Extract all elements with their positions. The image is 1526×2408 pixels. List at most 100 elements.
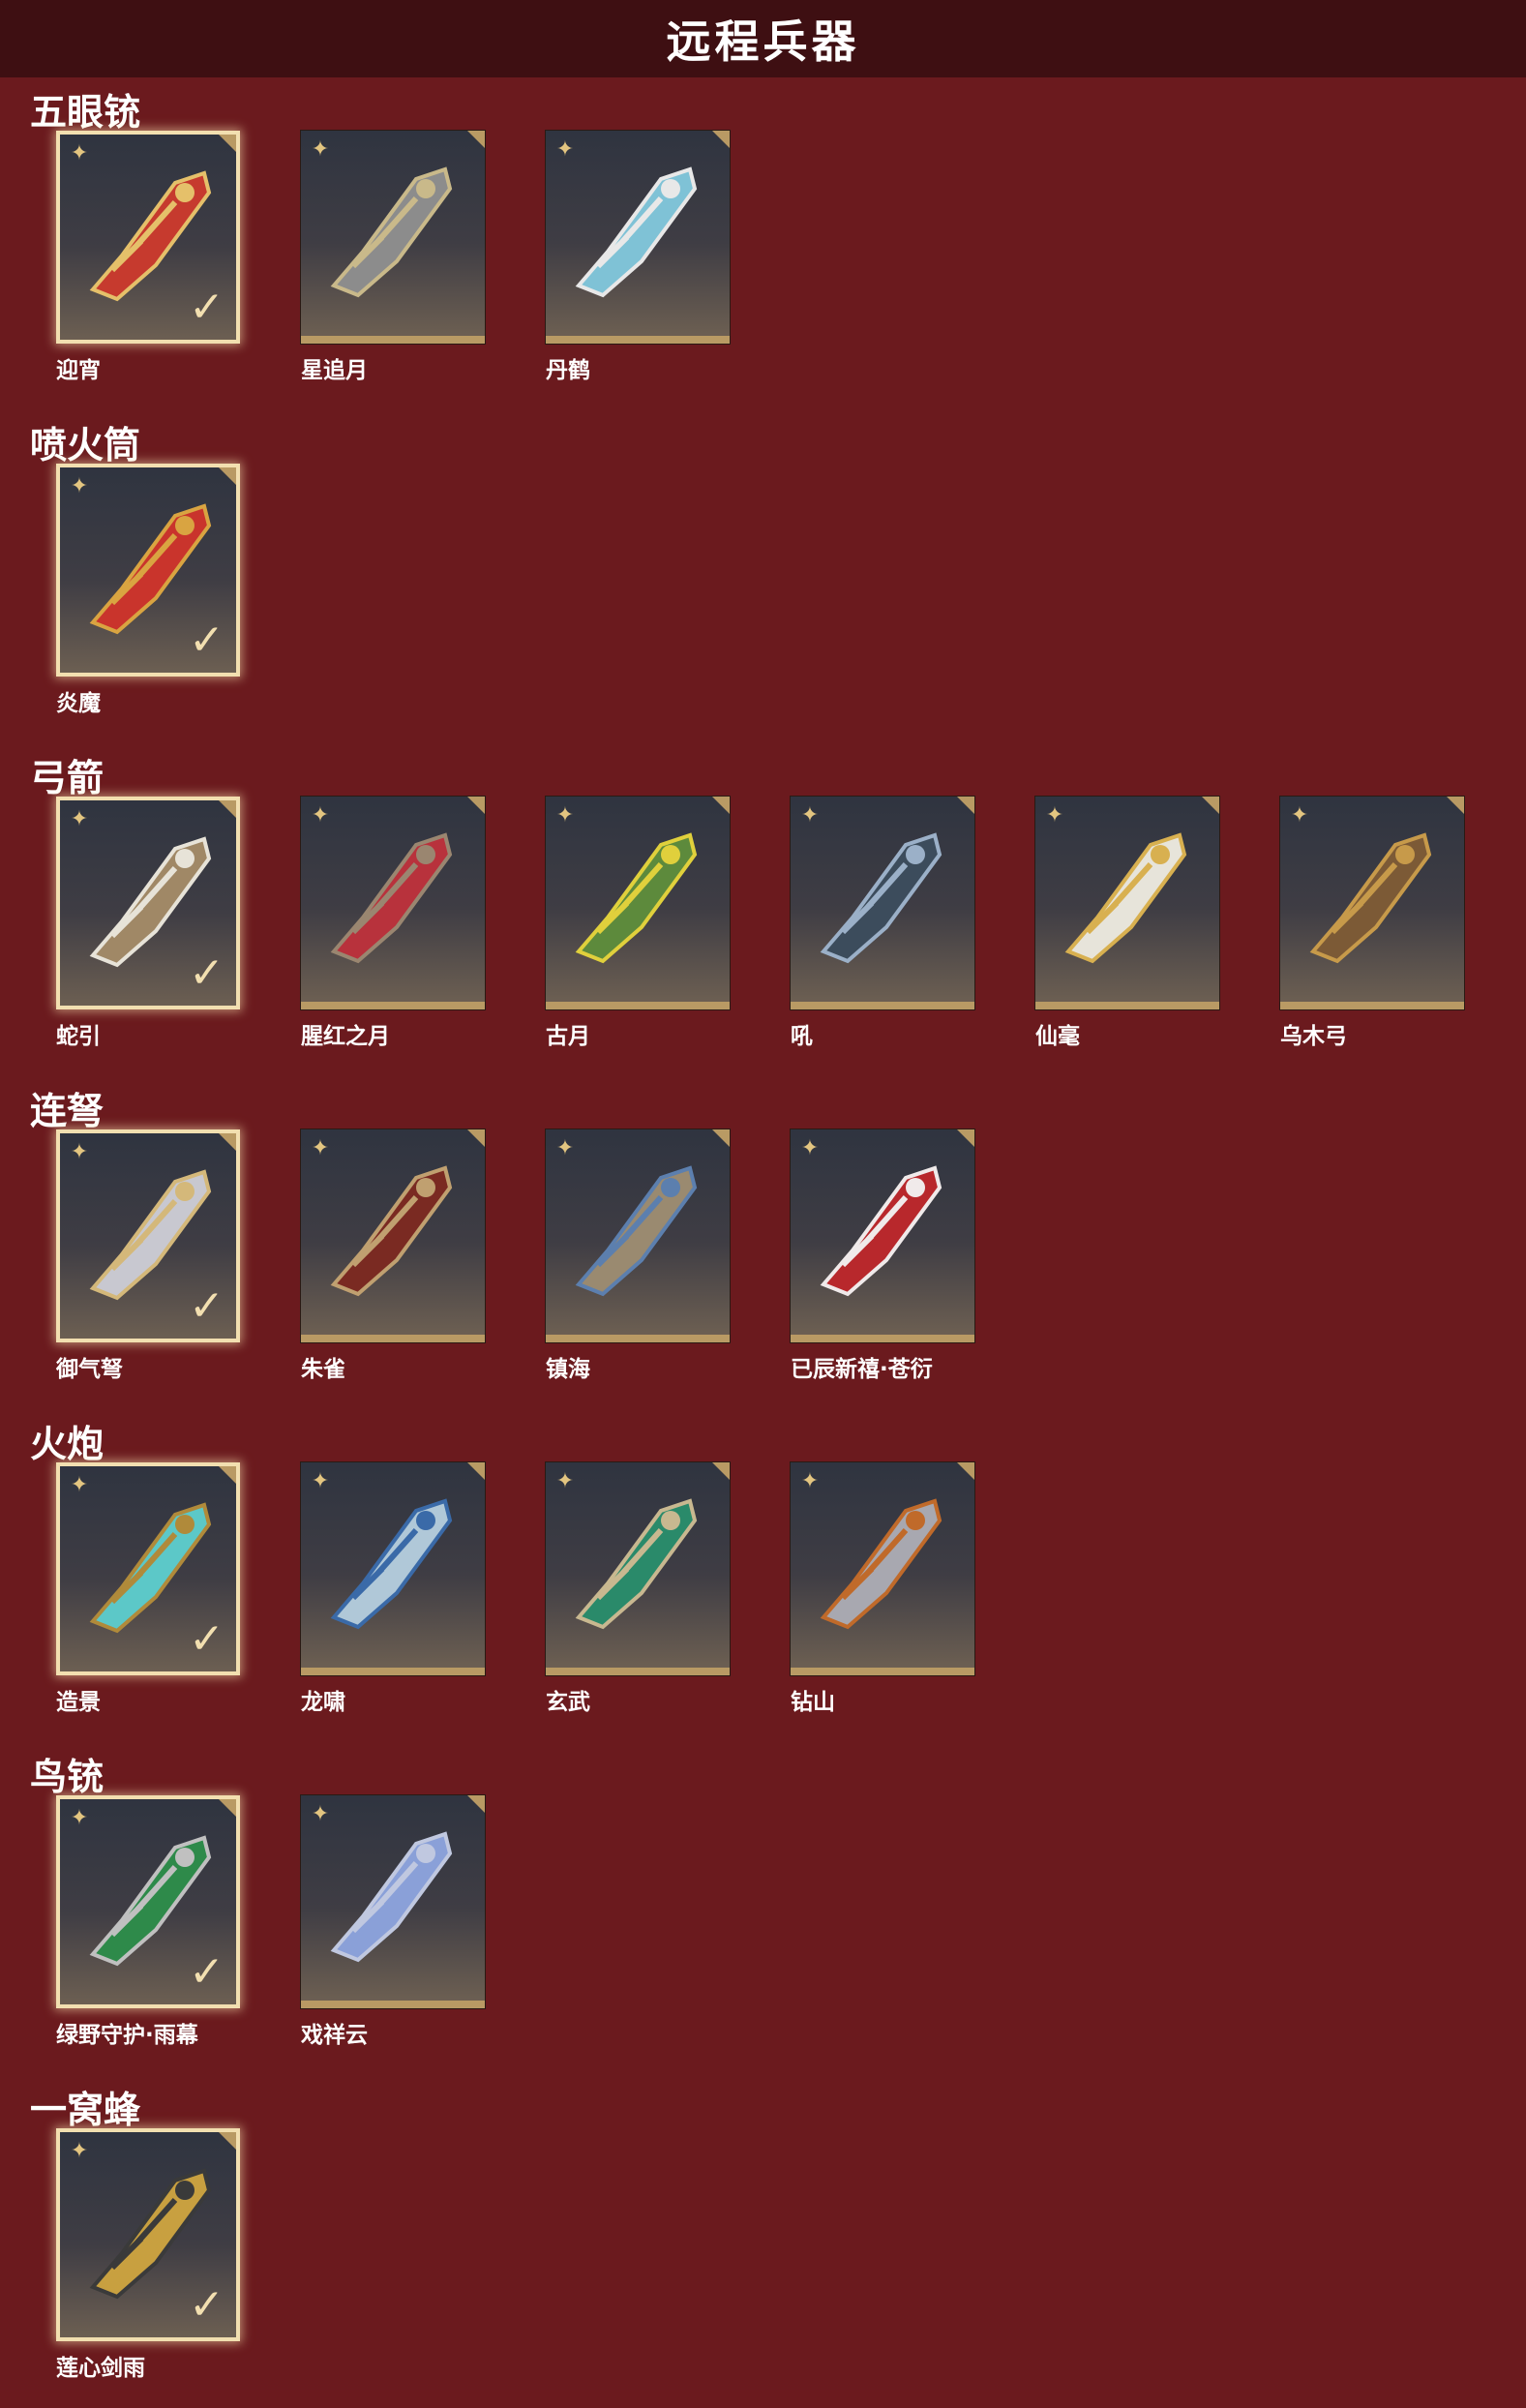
weapon-card[interactable]: ✦ ✓	[56, 1462, 240, 1675]
corner-tab-icon	[957, 1129, 974, 1147]
corner-tab-icon	[219, 1466, 236, 1484]
corner-tab-icon	[467, 797, 485, 814]
weapon-card[interactable]: ✦	[546, 797, 730, 1009]
weapon-card[interactable]: ✦	[546, 131, 730, 344]
checkmark-icon: ✓	[189, 616, 224, 665]
weapon-label: 绿野守护·雨幕	[56, 2023, 198, 2048]
weapon-item[interactable]: ✦ ✓ 炎魔	[56, 464, 246, 716]
weapon-image	[575, 1498, 698, 1630]
weapon-item[interactable]: ✦ ✓ 迎宵	[56, 131, 246, 383]
weapon-item[interactable]: ✦ 镇海	[546, 1129, 735, 1382]
four-point-star-icon: ✦	[555, 1136, 575, 1160]
weapon-image	[1309, 832, 1432, 964]
weapon-item[interactable]: ✦ 古月	[546, 797, 735, 1049]
four-point-star-icon: ✦	[1290, 803, 1309, 828]
weapon-item[interactable]: ✦ ✓ 蛇引	[56, 797, 246, 1049]
weapon-card[interactable]: ✦	[791, 1129, 974, 1342]
weapon-card[interactable]: ✦	[301, 797, 485, 1009]
weapon-label: 腥红之月	[301, 1024, 390, 1049]
weapon-item[interactable]: ✦ 朱雀	[301, 1129, 491, 1382]
weapon-image	[330, 832, 453, 964]
weapon-card[interactable]: ✦ ✓	[56, 1795, 240, 2008]
weapon-item[interactable]: ✦ 龙啸	[301, 1462, 491, 1715]
weapon-label: 星追月	[301, 358, 368, 383]
weapon-row: ✦ ✓ 莲心剑雨	[56, 2128, 1526, 2381]
weapon-card[interactable]: ✦ ✓	[56, 1129, 240, 1342]
weapon-card[interactable]: ✦ ✓	[56, 464, 240, 677]
checkmark-icon: ✓	[189, 1614, 224, 1664]
weapon-card[interactable]: ✦ ✓	[56, 2128, 240, 2341]
weapon-item[interactable]: ✦ 钻山	[791, 1462, 980, 1715]
corner-tab-icon	[467, 131, 485, 148]
weapon-section: 喷火筒 ✦ ✓ 炎魔	[0, 415, 1526, 725]
weapon-label: 龙啸	[301, 1690, 345, 1715]
weapon-card[interactable]: ✦	[301, 1462, 485, 1675]
weapon-label: 蛇引	[56, 1024, 101, 1049]
corner-tab-icon	[467, 1129, 485, 1147]
weapon-item[interactable]: ✦ 丹鹤	[546, 131, 735, 383]
weapon-card[interactable]: ✦	[791, 1462, 974, 1675]
weapon-label: 炎魔	[56, 691, 101, 716]
weapon-card[interactable]: ✦	[301, 1129, 485, 1342]
weapon-label: 朱雀	[301, 1357, 345, 1382]
corner-tab-icon	[219, 1133, 236, 1151]
weapon-label: 吼	[791, 1024, 813, 1049]
weapon-card[interactable]: ✦ ✓	[56, 131, 240, 344]
weapon-item[interactable]: ✦ 戏祥云	[301, 1795, 491, 2048]
weapon-item[interactable]: ✦ 腥红之月	[301, 797, 491, 1049]
weapon-card[interactable]: ✦	[546, 1129, 730, 1342]
checkmark-icon: ✓	[189, 1281, 224, 1331]
weapon-item[interactable]: ✦ ✓ 莲心剑雨	[56, 2128, 246, 2381]
weapon-row: ✦ ✓ 御气弩 ✦ 朱雀 ✦ 镇海 ✦ 已辰新禧·苍衍	[56, 1129, 1526, 1382]
weapon-label: 已辰新禧·苍衍	[791, 1357, 933, 1382]
weapon-card[interactable]: ✦	[301, 1795, 485, 2008]
weapon-image	[330, 166, 453, 298]
four-point-star-icon: ✦	[311, 803, 330, 828]
weapon-item[interactable]: ✦ 已辰新禧·苍衍	[791, 1129, 980, 1382]
weapon-section: 五眼铳 ✦ ✓ 迎宵 ✦ 星追月 ✦ 丹鹤	[0, 82, 1526, 392]
weapon-row: ✦ ✓ 绿野守护·雨幕 ✦ 戏祥云	[56, 1795, 1526, 2048]
four-point-star-icon: ✦	[1045, 803, 1064, 828]
weapon-card[interactable]: ✦ ✓	[56, 797, 240, 1009]
section-title: 五眼铳	[30, 91, 141, 134]
corner-tab-icon	[712, 131, 730, 148]
weapon-label: 造景	[56, 1690, 101, 1715]
header-bar: 远程兵器	[0, 0, 1526, 77]
four-point-star-icon: ✦	[555, 1469, 575, 1493]
corner-tab-icon	[467, 1795, 485, 1813]
corner-tab-icon	[957, 797, 974, 814]
weapon-label: 丹鹤	[546, 358, 590, 383]
weapon-image	[575, 832, 698, 964]
weapon-item[interactable]: ✦ ✓ 造景	[56, 1462, 246, 1715]
weapon-label: 迎宵	[56, 358, 101, 383]
weapon-item[interactable]: ✦ ✓ 御气弩	[56, 1129, 246, 1382]
weapon-row: ✦ ✓ 造景 ✦ 龙啸 ✦ 玄武 ✦ 钻山	[56, 1462, 1526, 1715]
weapon-card[interactable]: ✦	[546, 1462, 730, 1675]
weapon-item[interactable]: ✦ 仙毫	[1035, 797, 1225, 1049]
weapon-card[interactable]: ✦	[1280, 797, 1464, 1009]
weapon-card[interactable]: ✦	[791, 797, 974, 1009]
four-point-star-icon: ✦	[800, 803, 820, 828]
four-point-star-icon: ✦	[70, 1473, 89, 1497]
four-point-star-icon: ✦	[800, 1469, 820, 1493]
weapon-item[interactable]: ✦ 星追月	[301, 131, 491, 383]
weapon-card[interactable]: ✦	[1035, 797, 1219, 1009]
weapon-section: 弓箭 ✦ ✓ 蛇引 ✦ 腥红之月 ✦ 古月 ✦ 吼 ✦ 仙毫 ✦ 乌木弓	[0, 748, 1526, 1058]
four-point-star-icon: ✦	[311, 1802, 330, 1826]
weapon-item[interactable]: ✦ ✓ 绿野守护·雨幕	[56, 1795, 246, 2048]
corner-tab-icon	[219, 135, 236, 152]
weapon-item[interactable]: ✦ 吼	[791, 797, 980, 1049]
weapon-section: 一窝蜂 ✦ ✓ 莲心剑雨	[0, 2080, 1526, 2390]
four-point-star-icon: ✦	[800, 1136, 820, 1160]
weapon-item[interactable]: ✦ 玄武	[546, 1462, 735, 1715]
section-title: 连弩	[30, 1090, 105, 1132]
corner-tab-icon	[712, 797, 730, 814]
weapon-label: 玄武	[546, 1690, 590, 1715]
four-point-star-icon: ✦	[311, 1136, 330, 1160]
weapon-image	[575, 166, 698, 298]
weapon-image	[820, 1498, 943, 1630]
four-point-star-icon: ✦	[70, 474, 89, 498]
corner-tab-icon	[219, 1799, 236, 1817]
weapon-item[interactable]: ✦ 乌木弓	[1280, 797, 1470, 1049]
weapon-card[interactable]: ✦	[301, 131, 485, 344]
